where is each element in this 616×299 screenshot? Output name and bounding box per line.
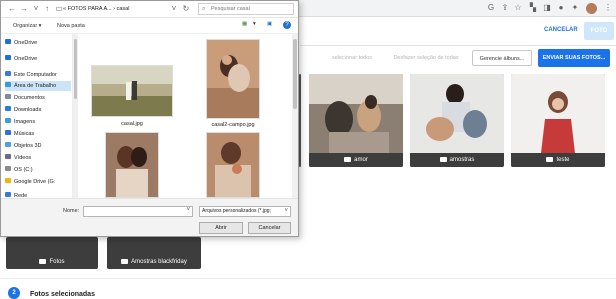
- desktop-icon: [5, 82, 11, 87]
- open-button[interactable]: Abrir: [199, 222, 243, 234]
- search-input[interactable]: ⌕ Pesquisar casal: [198, 3, 294, 15]
- nav-item-desktop[interactable]: Área de Trabalho: [5, 81, 71, 91]
- cancel-button[interactable]: Cancelar: [248, 222, 291, 234]
- folder-card[interactable]: Fotos: [6, 237, 98, 269]
- menu-icon[interactable]: ⋮: [603, 3, 613, 13]
- extension-icon[interactable]: ▚: [528, 3, 538, 13]
- select-all-button[interactable]: selecionar todos: [326, 50, 378, 66]
- send-photos-button[interactable]: ENVIAR SUAS FOTOS...: [538, 49, 610, 67]
- folder-icon: [39, 259, 47, 264]
- computer-icon: [5, 71, 11, 76]
- address-bar: ← → ˅ ↑ ▭ « FOTOS PARA A... › casal ˅ ↻ …: [1, 1, 298, 18]
- file-name-input[interactable]: ˅: [83, 206, 193, 217]
- folder-thumbnail: [410, 74, 504, 153]
- network-icon: [5, 192, 11, 197]
- manage-albums-button[interactable]: Gerencie álbuns...: [472, 50, 532, 66]
- file-open-dialog: ← → ˅ ↑ ▭ « FOTOS PARA A... › casal ˅ ↻ …: [0, 0, 299, 237]
- folder-card[interactable]: amostras: [410, 74, 504, 167]
- chevron-down-icon[interactable]: ˅: [31, 4, 41, 14]
- foto-button[interactable]: FOTO: [584, 22, 614, 40]
- chevron-down-icon[interactable]: ▾: [253, 21, 256, 27]
- chevron-down-icon[interactable]: ˅: [186, 207, 190, 213]
- file-thumbnail[interactable]: [91, 65, 173, 117]
- music-icon: [5, 130, 11, 135]
- folder-icon: [121, 259, 129, 264]
- nav-item-google-drive[interactable]: Google Drive (G:: [5, 177, 71, 187]
- nav-item-this-pc[interactable]: Este Computador: [5, 70, 71, 80]
- nav-item-music[interactable]: Músicas: [5, 129, 71, 139]
- profile-avatar[interactable]: [586, 3, 597, 14]
- folder-label: teste: [511, 153, 605, 167]
- folder-icon: [344, 157, 352, 162]
- back-arrow-icon[interactable]: ←: [7, 4, 17, 14]
- folder-icon: [546, 157, 554, 162]
- organize-menu[interactable]: Organizar ▾: [13, 23, 41, 29]
- folder-icon: [439, 157, 447, 162]
- up-arrow-icon[interactable]: ↑: [42, 4, 52, 14]
- nav-item-os-drive[interactable]: OS (C:): [5, 165, 71, 175]
- navigation-pane: OneDrive OneDrive Este Computador Área d…: [1, 34, 73, 199]
- nav-item-3d-objects[interactable]: Objetos 3D: [5, 141, 71, 151]
- folder-label: Amostras blackfriday: [107, 255, 201, 269]
- help-icon[interactable]: ?: [283, 21, 291, 29]
- file-name[interactable]: casal2-campo.jpg: [197, 122, 269, 128]
- drive-icon: [5, 166, 11, 171]
- nav-item-documents[interactable]: Documentos: [5, 93, 71, 103]
- folder-label: amostras: [410, 153, 504, 167]
- nav-item-pictures[interactable]: Imagens: [5, 117, 71, 127]
- image-icon: [5, 118, 11, 123]
- nav-item-onedrive[interactable]: OneDrive: [5, 54, 71, 64]
- cloud-icon: [5, 55, 11, 60]
- extension-icon[interactable]: ●: [556, 3, 566, 13]
- forward-arrow-icon[interactable]: →: [19, 4, 29, 14]
- folder-card[interactable]: amor: [309, 74, 403, 167]
- view-icon[interactable]: ▦: [242, 21, 247, 27]
- header-divider: [300, 45, 616, 46]
- search-icon: ⌕: [202, 6, 206, 12]
- breadcrumb[interactable]: « FOTOS PARA A... › casal: [63, 6, 129, 12]
- document-icon: [5, 94, 11, 99]
- nav-item-onedrive[interactable]: OneDrive: [5, 38, 71, 48]
- folder-thumbnail: [511, 74, 605, 153]
- file-type-select[interactable]: Arquivos personalizados (*.jpg; ˅: [199, 206, 291, 217]
- file-thumbnail[interactable]: [206, 39, 260, 119]
- extension-icon[interactable]: ◨: [542, 3, 552, 13]
- nav-scrollbar-thumb[interactable]: [74, 39, 77, 99]
- cancel-link[interactable]: CANCELAR: [544, 27, 578, 33]
- folder-card[interactable]: Amostras blackfriday: [107, 237, 201, 269]
- chevron-down-icon: ˅: [284, 208, 288, 214]
- nav-item-downloads[interactable]: Downloads: [5, 105, 71, 115]
- folder-thumbnail: [309, 74, 403, 153]
- file-name-label: Nome:: [63, 208, 80, 214]
- nav-item-videos[interactable]: Vídeos: [5, 153, 71, 163]
- file-name[interactable]: casal.jpg: [91, 121, 173, 127]
- file-thumbnail[interactable]: [206, 132, 260, 198]
- file-thumbnail[interactable]: [105, 132, 159, 198]
- video-icon: [5, 154, 11, 159]
- folder-card[interactable]: [299, 74, 301, 167]
- preview-pane-icon[interactable]: ▣: [267, 21, 272, 27]
- folder-label: Fotos: [6, 255, 98, 269]
- folder-card[interactable]: teste: [511, 74, 605, 167]
- google-icon[interactable]: G: [486, 3, 496, 13]
- drive-icon: [5, 178, 11, 183]
- section-divider: [0, 278, 616, 279]
- chevron-down-icon[interactable]: ˅: [169, 4, 179, 14]
- files-scrollbar-thumb[interactable]: [293, 39, 297, 109]
- step-title: Fotos selecionadas: [30, 291, 95, 298]
- puzzle-icon[interactable]: ✦: [570, 3, 580, 13]
- undo-selection-button[interactable]: Desfazer seleção de todas: [386, 50, 466, 66]
- share-icon[interactable]: ⇪: [500, 3, 510, 13]
- cloud-icon: [5, 39, 11, 44]
- folder-label: amor: [309, 153, 403, 167]
- star-icon[interactable]: ☆: [513, 3, 523, 13]
- download-icon: [5, 106, 11, 111]
- step-number: 2: [8, 287, 20, 299]
- cube-icon: [5, 142, 11, 147]
- new-folder-button[interactable]: Nova pasta: [57, 23, 85, 29]
- refresh-icon[interactable]: ↻: [181, 4, 191, 14]
